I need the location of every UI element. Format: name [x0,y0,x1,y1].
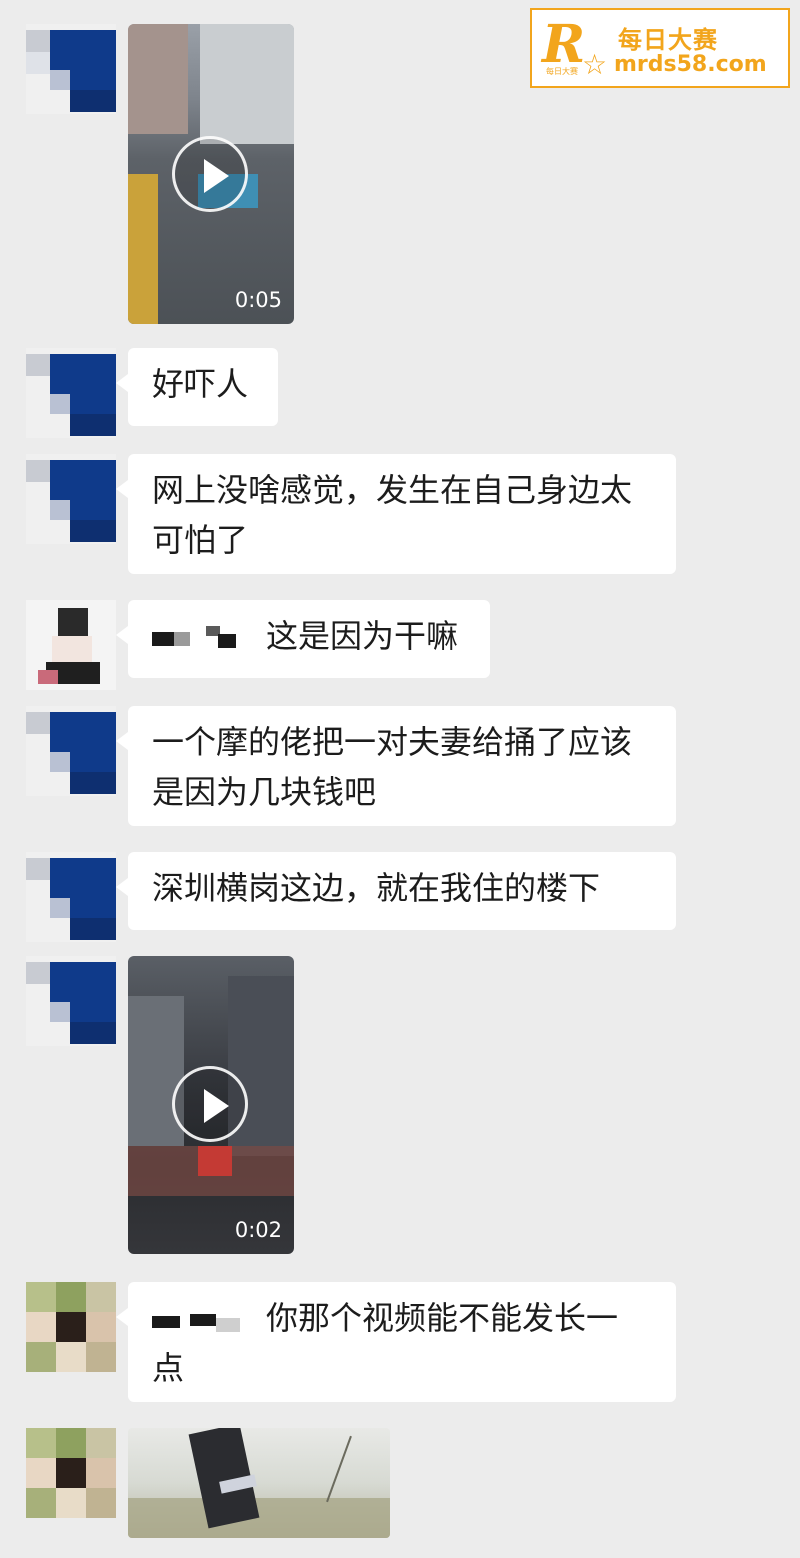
chat-bubble[interactable]: 深圳横岗这边，就在我住的楼下 [116,852,676,930]
image-message[interactable] [128,1428,390,1538]
chat-bubble[interactable]: 好吓人 [116,348,278,426]
message-text-line: 点 [152,1349,185,1387]
message-text-line: 可怕了 [152,521,249,559]
redacted-mention [152,1308,242,1332]
message-text: 这是因为干嘛 [266,617,459,655]
avatar[interactable] [26,706,116,796]
message-text: 好吓人 [152,365,249,403]
avatar[interactable] [26,348,116,438]
avatar[interactable] [26,454,116,544]
video-duration: 0:05 [234,288,282,312]
watermark-url: mrds58.com [614,52,767,77]
chat-bubble[interactable]: 网上没啥感觉，发生在自己身边太 可怕了 [116,454,676,574]
message-text-line: 一个摩的佬把一对夫妻给捅了应该 [152,723,633,761]
chat-bubble[interactable]: 一个摩的佬把一对夫妻给捅了应该 是因为几块钱吧 [116,706,676,826]
video-message[interactable]: 0:02 [128,956,294,1254]
video-message[interactable]: 0:05 [128,24,294,324]
star-icon: ☆ [582,48,608,81]
avatar[interactable] [26,600,116,690]
avatar[interactable] [26,956,116,1046]
avatar[interactable] [26,1428,116,1518]
message-text-line: 你那个视频能不能发长一 [266,1299,619,1337]
watermark-tiny-text: 每日大赛 [546,67,578,76]
avatar[interactable] [26,852,116,942]
message-text-line: 是因为几块钱吧 [152,773,377,811]
video-duration: 0:02 [234,1218,282,1242]
redacted-mention [152,626,236,650]
watermark-logo: R ☆ 每日大赛 每日大赛 mrds58.com [530,8,790,88]
chat-bubble[interactable]: 你那个视频能不能发长一 点 [116,1282,676,1402]
play-icon[interactable] [172,1066,248,1142]
avatar[interactable] [26,24,116,114]
chat-bubble[interactable]: 这是因为干嘛 [116,600,490,678]
avatar[interactable] [26,1282,116,1372]
watermark-brand: 每日大赛 [618,26,718,54]
message-text: 深圳横岗这边，就在我住的楼下 [152,869,601,907]
message-text-line: 网上没啥感觉，发生在自己身边太 [152,471,633,509]
play-icon[interactable] [172,136,248,212]
